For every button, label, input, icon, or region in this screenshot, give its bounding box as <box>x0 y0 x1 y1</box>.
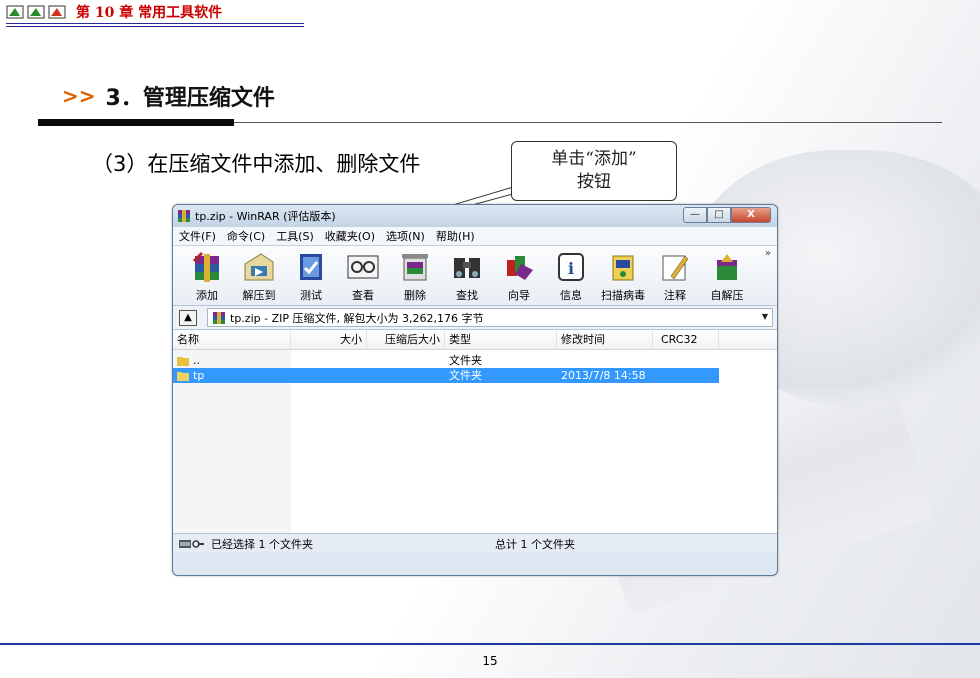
winrar-icon <box>178 210 190 222</box>
comment-button[interactable]: 注释 <box>649 250 701 303</box>
folder-icon <box>177 372 189 381</box>
toolbar-more-icon[interactable]: » <box>765 248 771 259</box>
window-titlebar[interactable]: tp.zip - WinRAR (评估版本) — □ X <box>173 205 777 227</box>
menu-options[interactable]: 选项(N) <box>386 228 425 244</box>
delete-button[interactable]: 删除 <box>389 250 441 303</box>
add-button[interactable]: 添加 <box>181 250 233 303</box>
menu-file[interactable]: 文件(F) <box>179 228 216 244</box>
menu-help[interactable]: 帮助(H) <box>436 228 475 244</box>
status-bar: 已经选择 1 个文件夹 总计 1 个文件夹 <box>173 533 777 553</box>
footer-rule <box>0 643 980 645</box>
find-button[interactable]: 查找 <box>441 250 493 303</box>
title-arrows: >> <box>62 84 96 108</box>
table-row[interactable]: .. 文件夹 <box>173 353 777 368</box>
callout-box: 单击“添加” 按钮 <box>511 141 677 201</box>
wizard-icon <box>507 256 533 280</box>
archive-icon <box>213 311 225 324</box>
menu-tools[interactable]: 工具(S) <box>276 228 314 244</box>
winrar-window: tp.zip - WinRAR (评估版本) — □ X 文件(F) 命令(C)… <box>172 204 778 576</box>
menu-commands[interactable]: 命令(C) <box>227 228 265 244</box>
find-icon <box>454 258 480 278</box>
chapter-underline <box>6 23 304 27</box>
column-size[interactable]: 大小 <box>291 330 367 349</box>
column-crc32[interactable]: CRC32 <box>653 330 719 349</box>
table-row-selected[interactable]: tp 文件夹 2013/7/8 14:58 <box>173 368 719 383</box>
subtitle: （3）在压缩文件中添加、删除文件 <box>92 152 421 176</box>
chapter-header: 第 10 章 常用工具软件 <box>6 2 222 22</box>
up-folder-button[interactable]: ▲ <box>179 309 197 326</box>
dropdown-arrow-icon[interactable]: ▼ <box>762 312 768 321</box>
pen-icon <box>6 4 24 20</box>
pen-icon <box>48 4 66 20</box>
test-button[interactable]: 测试 <box>285 250 337 303</box>
title-rule-thin <box>234 122 942 123</box>
chapter-icons <box>6 4 66 20</box>
minimize-button[interactable]: — <box>683 207 707 223</box>
info-icon: i <box>558 253 584 281</box>
column-modified[interactable]: 修改时间 <box>557 330 653 349</box>
info-button[interactable]: i 信息 <box>545 250 597 303</box>
chapter-title: 第 10 章 常用工具软件 <box>76 5 223 21</box>
wizard-button[interactable]: 向导 <box>493 250 545 303</box>
toolbar: 添加 解压到 测试 查看 删除 查找 向导 i 信息 扫描病毒 注释 自解压 » <box>173 246 777 306</box>
title-rule-thick <box>38 119 234 126</box>
extract-to-button[interactable]: 解压到 <box>233 250 285 303</box>
delete-icon <box>402 254 428 281</box>
view-icon <box>347 255 379 279</box>
sfx-button[interactable]: 自解压 <box>701 250 753 303</box>
address-field[interactable]: tp.zip - ZIP 压缩文件, 解包大小为 3,262,176 字节 ▼ <box>207 308 773 327</box>
parent-folder-icon <box>177 357 189 366</box>
pen-icon <box>27 4 45 20</box>
close-button[interactable]: X <box>731 207 771 223</box>
window-controls: — □ X <box>683 207 771 223</box>
column-packed[interactable]: 压缩后大小 <box>367 330 445 349</box>
sfx-icon <box>717 254 737 280</box>
menu-favorites[interactable]: 收藏夹(O) <box>325 228 375 244</box>
view-button[interactable]: 查看 <box>337 250 389 303</box>
title-text: 3．管理压缩文件 <box>105 86 275 111</box>
column-type[interactable]: 类型 <box>445 330 557 349</box>
extract-to-icon <box>244 253 274 281</box>
column-name[interactable]: 名称 <box>173 330 291 349</box>
add-archive-icon <box>193 252 219 282</box>
window-title: tp.zip - WinRAR (评估版本) <box>195 210 336 223</box>
section-title: >> 3．管理压缩文件 <box>62 80 275 112</box>
callout-line1: 单击“添加” <box>551 149 637 169</box>
menu-bar: 文件(F) 命令(C) 工具(S) 收藏夹(O) 选项(N) 帮助(H) <box>173 227 777 246</box>
callout-line2: 按钮 <box>577 172 611 192</box>
maximize-button[interactable]: □ <box>707 207 731 223</box>
page-number: 15 <box>482 654 498 668</box>
comment-icon <box>662 255 689 281</box>
scan-virus-icon <box>612 255 634 281</box>
status-total: 总计 1 个文件夹 <box>495 537 575 551</box>
file-list: 名称 大小 压缩后大小 类型 修改时间 CRC32 .. 文件夹 tp 文件夹 … <box>173 330 777 533</box>
address-text: tp.zip - ZIP 压缩文件, 解包大小为 3,262,176 字节 <box>230 311 484 325</box>
address-bar: ▲ tp.zip - ZIP 压缩文件, 解包大小为 3,262,176 字节 … <box>173 306 777 330</box>
scan-virus-button[interactable]: 扫描病毒 <box>597 250 649 303</box>
status-selected: 已经选择 1 个文件夹 <box>211 537 313 551</box>
drive-key-icon <box>179 539 204 548</box>
test-icon <box>300 254 322 280</box>
column-headers: 名称 大小 压缩后大小 类型 修改时间 CRC32 <box>173 330 777 350</box>
svg-text:i: i <box>568 259 574 278</box>
